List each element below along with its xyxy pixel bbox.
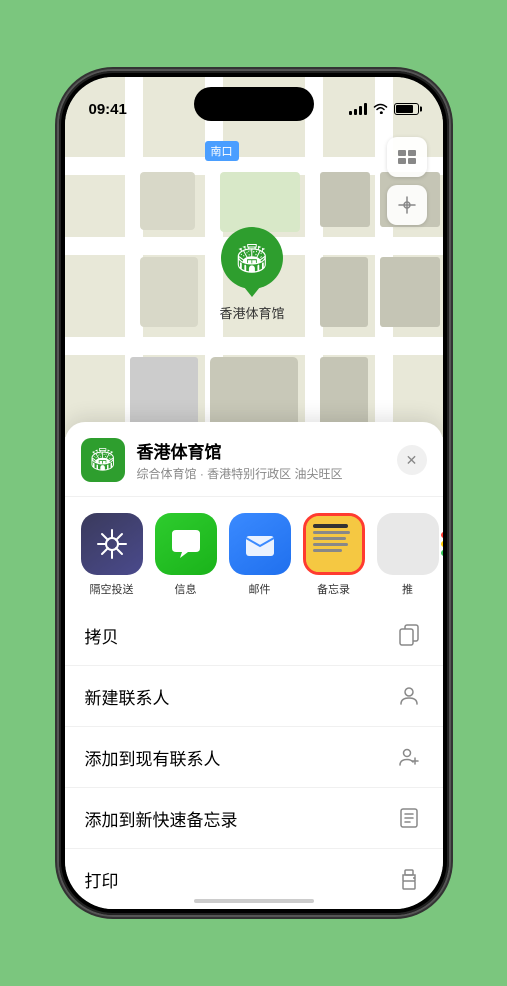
map-controls <box>387 137 427 233</box>
mail-label: 邮件 <box>249 581 271 597</box>
stadium-pin[interactable]: 🏟 香港体育馆 <box>220 227 285 322</box>
phone-screen: 09:41 <box>65 77 443 909</box>
app-item-airdrop[interactable]: 隔空投送 <box>81 513 143 597</box>
action-row-add-contact[interactable]: 添加到现有联系人 <box>65 727 443 788</box>
more-icon <box>377 513 439 575</box>
pin-label: 香港体育馆 <box>220 303 285 322</box>
map-type-button[interactable] <box>387 137 427 177</box>
notes-icon <box>303 513 365 575</box>
copy-icon <box>395 621 423 649</box>
more-label: 推 <box>402 581 413 597</box>
map-label: 南口 <box>205 141 239 161</box>
notes-label: 备忘录 <box>317 581 350 597</box>
person-icon <box>395 682 423 710</box>
venue-emoji: 🏟 <box>89 447 117 473</box>
action-add-contact-label: 添加到现有联系人 <box>85 745 221 770</box>
action-row-copy[interactable]: 拷贝 <box>65 605 443 666</box>
bottom-sheet: 🏟 香港体育馆 综合体育馆 · 香港特别行政区 油尖旺区 ✕ <box>65 422 443 909</box>
phone-frame: 09:41 <box>59 71 449 915</box>
mail-icon <box>229 513 291 575</box>
app-item-mail[interactable]: 邮件 <box>229 513 291 597</box>
action-rows: 拷贝 新建联系人 <box>65 605 443 909</box>
location-button[interactable] <box>387 185 427 225</box>
messages-icon <box>155 513 217 575</box>
action-quick-note-label: 添加到新快速备忘录 <box>85 806 238 831</box>
person-add-icon <box>395 743 423 771</box>
status-icons <box>349 102 419 117</box>
close-button[interactable]: ✕ <box>397 445 427 475</box>
app-item-more[interactable]: 推 <box>377 513 439 597</box>
note-icon <box>395 804 423 832</box>
home-indicator <box>194 899 314 903</box>
venue-description: 综合体育馆 · 香港特别行政区 油尖旺区 <box>137 465 397 482</box>
airdrop-label: 隔空投送 <box>90 581 134 597</box>
messages-label: 信息 <box>175 581 197 597</box>
dynamic-island <box>194 87 314 121</box>
signal-icon <box>349 103 367 115</box>
printer-icon <box>395 865 423 893</box>
action-row-new-contact[interactable]: 新建联系人 <box>65 666 443 727</box>
wifi-icon <box>373 102 388 117</box>
venue-name: 香港体育馆 <box>137 438 397 463</box>
share-apps-row: 隔空投送 信息 <box>65 497 443 605</box>
pin-circle: 🏟 <box>221 227 283 289</box>
status-time: 09:41 <box>89 101 127 118</box>
location-info: 香港体育馆 综合体育馆 · 香港特别行政区 油尖旺区 <box>137 438 397 482</box>
action-copy-label: 拷贝 <box>85 623 119 648</box>
airdrop-icon <box>81 513 143 575</box>
stadium-icon: 🏟 <box>234 242 270 275</box>
app-item-messages[interactable]: 信息 <box>155 513 217 597</box>
action-print-label: 打印 <box>85 867 119 892</box>
app-item-notes[interactable]: 备忘录 <box>303 513 365 597</box>
action-row-quick-note[interactable]: 添加到新快速备忘录 <box>65 788 443 849</box>
battery-icon <box>394 103 419 115</box>
location-venue-icon: 🏟 <box>81 438 125 482</box>
location-header: 🏟 香港体育馆 综合体育馆 · 香港特别行政区 油尖旺区 ✕ <box>65 438 443 497</box>
action-new-contact-label: 新建联系人 <box>85 684 170 709</box>
more-dots <box>441 532 443 556</box>
